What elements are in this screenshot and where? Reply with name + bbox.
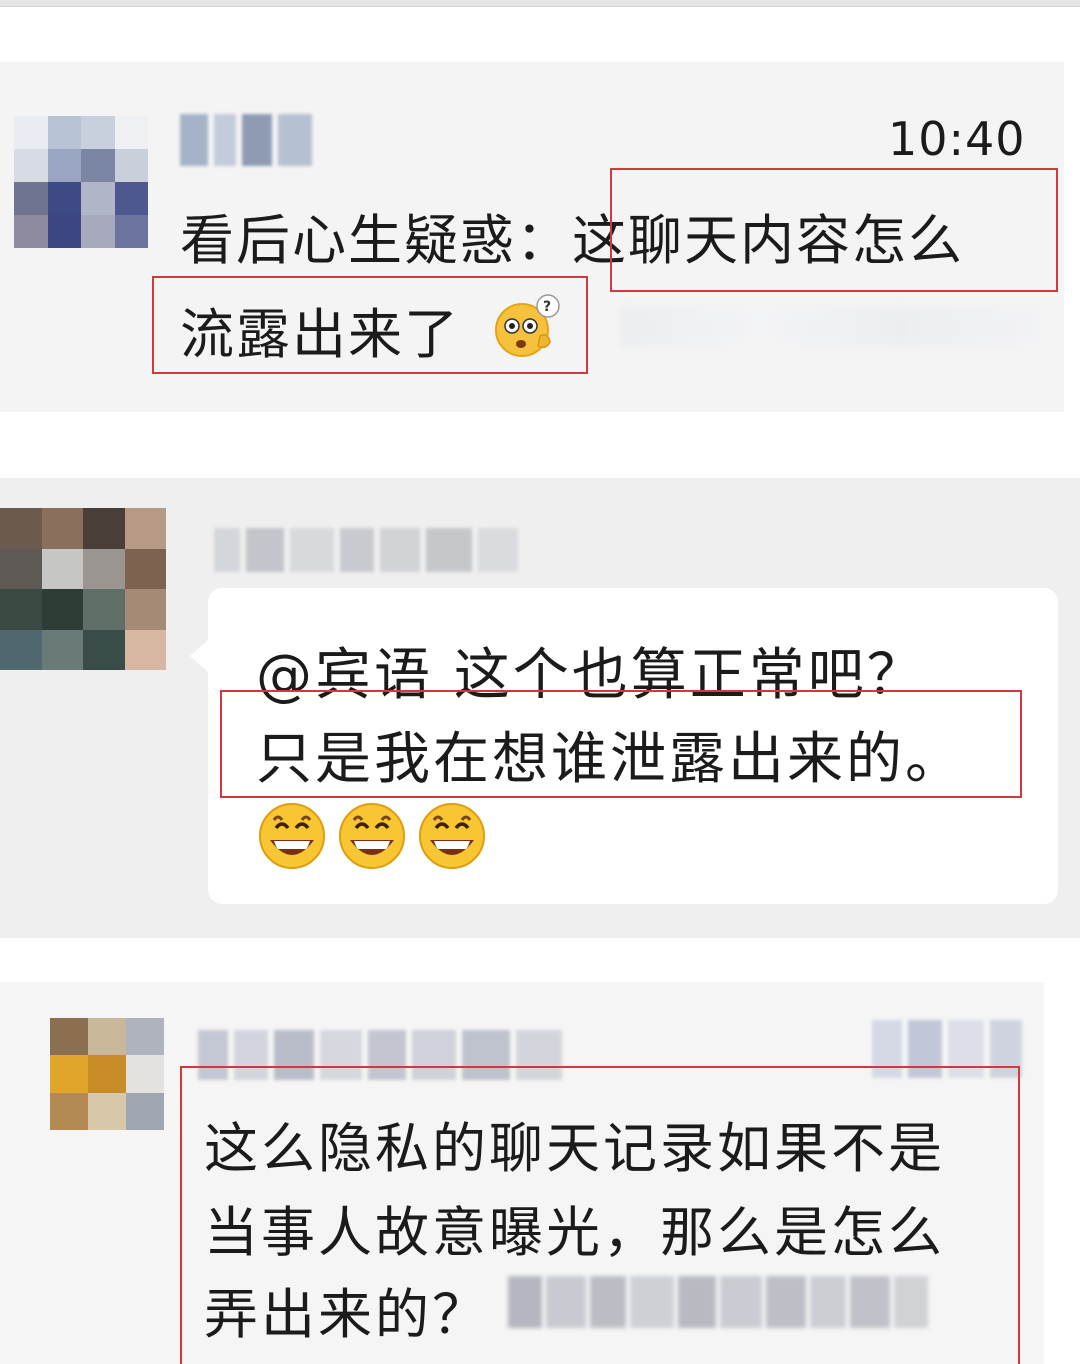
top-border bbox=[0, 0, 1080, 7]
chat-bubble-tail bbox=[190, 638, 210, 674]
grinning-face-icon bbox=[259, 803, 325, 869]
username-blurred[interactable] bbox=[180, 114, 312, 166]
avatar-pixelated[interactable] bbox=[14, 116, 148, 248]
highlight-box bbox=[152, 276, 588, 374]
avatar-pixelated[interactable] bbox=[50, 1018, 164, 1130]
username-blurred[interactable] bbox=[214, 528, 518, 572]
highlight-box bbox=[220, 690, 1022, 798]
blurred-text bbox=[620, 306, 1040, 346]
grinning-face-icon bbox=[339, 803, 405, 869]
highlight-box bbox=[180, 1066, 1020, 1364]
timestamp: 10:40 bbox=[888, 112, 1026, 166]
highlight-box bbox=[610, 168, 1058, 292]
emoji-row bbox=[256, 798, 488, 870]
grinning-face-icon bbox=[419, 803, 485, 869]
screenshot-page: 10:40 看后心生疑惑：这聊天内容怎么 流露出来了 ? @宾语 这个也算正常吧… bbox=[0, 0, 1080, 1364]
avatar-pixelated[interactable] bbox=[0, 508, 166, 670]
